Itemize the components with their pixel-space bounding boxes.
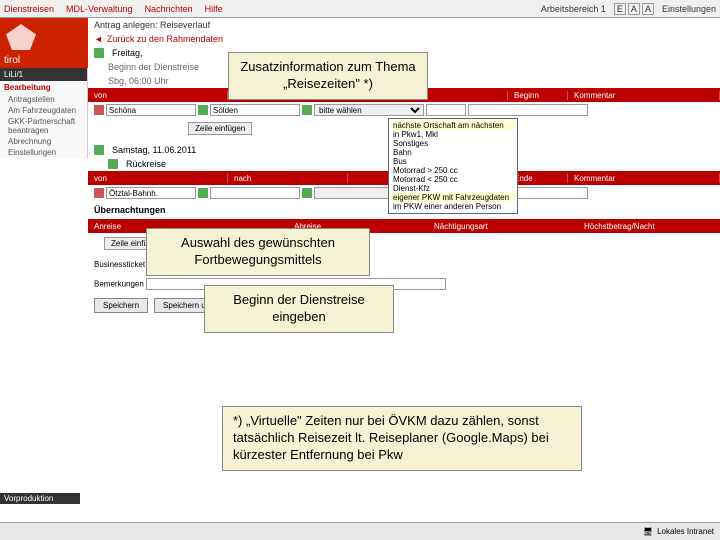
dd-item[interactable]: Sonstiges (391, 139, 515, 148)
beginn-input[interactable] (426, 104, 466, 116)
callout-beginn: Beginn der Dienstreise eingeben (204, 285, 394, 333)
transport-select[interactable]: bitte wählen (314, 104, 424, 116)
zone-icon[interactable] (198, 105, 208, 115)
intranet-icon: 🖥 (643, 527, 653, 536)
logo-text: tirol (4, 55, 20, 66)
zone-icon[interactable] (198, 188, 208, 198)
day1-info: Beginn der Dienstreise (108, 62, 199, 72)
help-badge: Vorproduktion (0, 493, 80, 504)
return-icon (108, 159, 118, 169)
sidebar-item-gkk[interactable]: GKK-Partnerschaft beantragen (0, 116, 87, 136)
day1-sub: Sbg, 06:00 Uhr (108, 76, 169, 86)
bem-label: Bemerkungen (94, 280, 144, 289)
dd-item[interactable]: Motorrad < 250 cc (391, 175, 515, 184)
day2-label: Samstag, 11.06.2011 (112, 145, 196, 155)
delete-icon[interactable] (94, 105, 104, 115)
th-von2: von (88, 174, 228, 183)
dd-item[interactable]: eigener PKW mit Fahrzeugdaten (391, 193, 515, 202)
dd-item[interactable]: Dienst-Kfz (391, 184, 515, 193)
access-a2[interactable]: A (642, 3, 654, 15)
zone-icon[interactable] (302, 188, 312, 198)
dd-item[interactable]: nächste Ortschaft am nächsten (391, 121, 515, 130)
sidebar-section: Bearbeitung (0, 81, 87, 94)
nach2-input[interactable] (210, 187, 300, 199)
return-label: Rückreise (126, 159, 166, 169)
von2-input[interactable] (106, 187, 196, 199)
logo: tirol (0, 18, 88, 68)
callout-zusatzinfo: Zusatzinformation zum Thema „Reisezeiten… (228, 52, 428, 100)
day-icon (94, 145, 104, 155)
save-button[interactable]: Speichern (94, 298, 148, 313)
dd-item[interactable]: Bus (391, 157, 515, 166)
th-komm2: Kommentar (568, 174, 720, 183)
th-beginn: Beginn (508, 91, 568, 100)
th-komm: Kommentar (568, 91, 720, 100)
user-workspace: Arbeitsbereich 1 (541, 4, 606, 14)
status-right: Lokales Intranet (657, 527, 714, 536)
callout-fortbewegung: Auswahl des gewünschten Fortbewegungsmit… (146, 228, 370, 276)
nav-hilfe[interactable]: Hilfe (205, 4, 223, 14)
statusbar: 🖥 Lokales Intranet (0, 522, 720, 540)
th-nach2: nach (228, 174, 348, 183)
nav-nachrichten[interactable]: Nachrichten (145, 4, 193, 14)
topbar: Dienstreisen MDL-Verwaltung Nachrichten … (0, 0, 720, 18)
nav-mdl[interactable]: MDL-Verwaltung (66, 4, 133, 14)
transport-dropdown[interactable]: nächste Ortschaft am nächsten in Pkw1, M… (388, 118, 518, 214)
th-von: von (88, 91, 228, 100)
day-icon (94, 48, 104, 58)
sidebar-header: LiLi/1 (0, 68, 87, 81)
dd-item[interactable]: in Pkw1, Mkl (391, 130, 515, 139)
von-input[interactable] (106, 104, 196, 116)
dd-item[interactable]: im PKW einer anderen Person (391, 202, 515, 211)
breadcrumb: Antrag anlegen: Reiseverlauf (88, 18, 720, 32)
dd-item[interactable]: Motorrad > 250 cc (391, 166, 515, 175)
delete-icon[interactable] (94, 188, 104, 198)
day1-label: Freitag, (112, 48, 143, 58)
sidebar-item-antrag[interactable]: Antragstellen (0, 94, 87, 105)
settings-link[interactable]: Einstellungen (662, 4, 716, 14)
access-a1[interactable]: A (628, 3, 640, 15)
th-hoechst: Höchstbetrag/Nacht (578, 222, 720, 231)
zone-icon-2[interactable] (302, 105, 312, 115)
sidebar-item-einstellungen[interactable]: Einstellungen (0, 147, 87, 158)
callout-footnote: *) „Virtuelle" Zeiten nur bei ÖVKM dazu … (222, 406, 582, 471)
dd-item[interactable]: Bahn (391, 148, 515, 157)
nav-dienstreisen[interactable]: Dienstreisen (4, 4, 54, 14)
sidebar-item-fahrzeug[interactable]: Am Fahrzeugdaten (0, 105, 87, 116)
back-link[interactable]: Zurück zu den Rahmendaten (88, 32, 720, 46)
th-nart: Nächtigungsart (428, 222, 578, 231)
accessibility-controls: E A A (614, 3, 654, 15)
nach-input[interactable] (210, 104, 300, 116)
eagle-icon (6, 24, 36, 50)
add-row-button[interactable]: Zeile einfügen (188, 122, 252, 135)
sidebar-item-abrechnung[interactable]: Abrechnung (0, 136, 87, 147)
kommentar-input[interactable] (468, 104, 588, 116)
access-e[interactable]: E (614, 3, 626, 15)
